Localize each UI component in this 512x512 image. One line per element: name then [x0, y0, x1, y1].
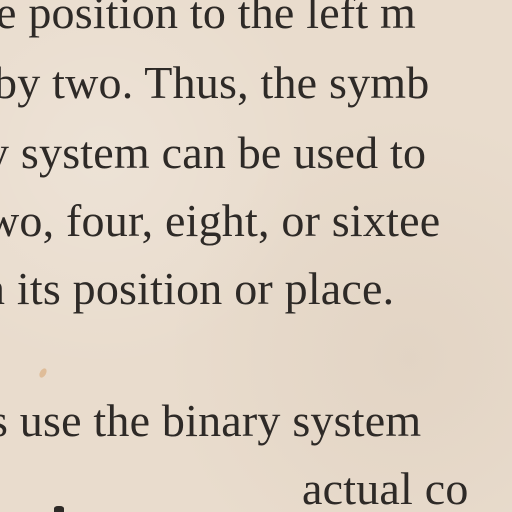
text-line: wo, four, eight, or sixtee: [0, 195, 441, 246]
text-line: e position to the left m: [0, 0, 417, 38]
text-line: n its position or place.: [0, 263, 395, 314]
text-line: y system can be used to: [0, 127, 427, 178]
paper-speck: [37, 367, 49, 379]
text-line: actual co: [302, 463, 469, 512]
text-line: s use the binary system: [0, 395, 422, 446]
partial-glyph: [54, 506, 64, 512]
text-line: by two. Thus, the symb: [0, 57, 430, 108]
document-page: e position to the left m by two. Thus, t…: [0, 0, 512, 512]
